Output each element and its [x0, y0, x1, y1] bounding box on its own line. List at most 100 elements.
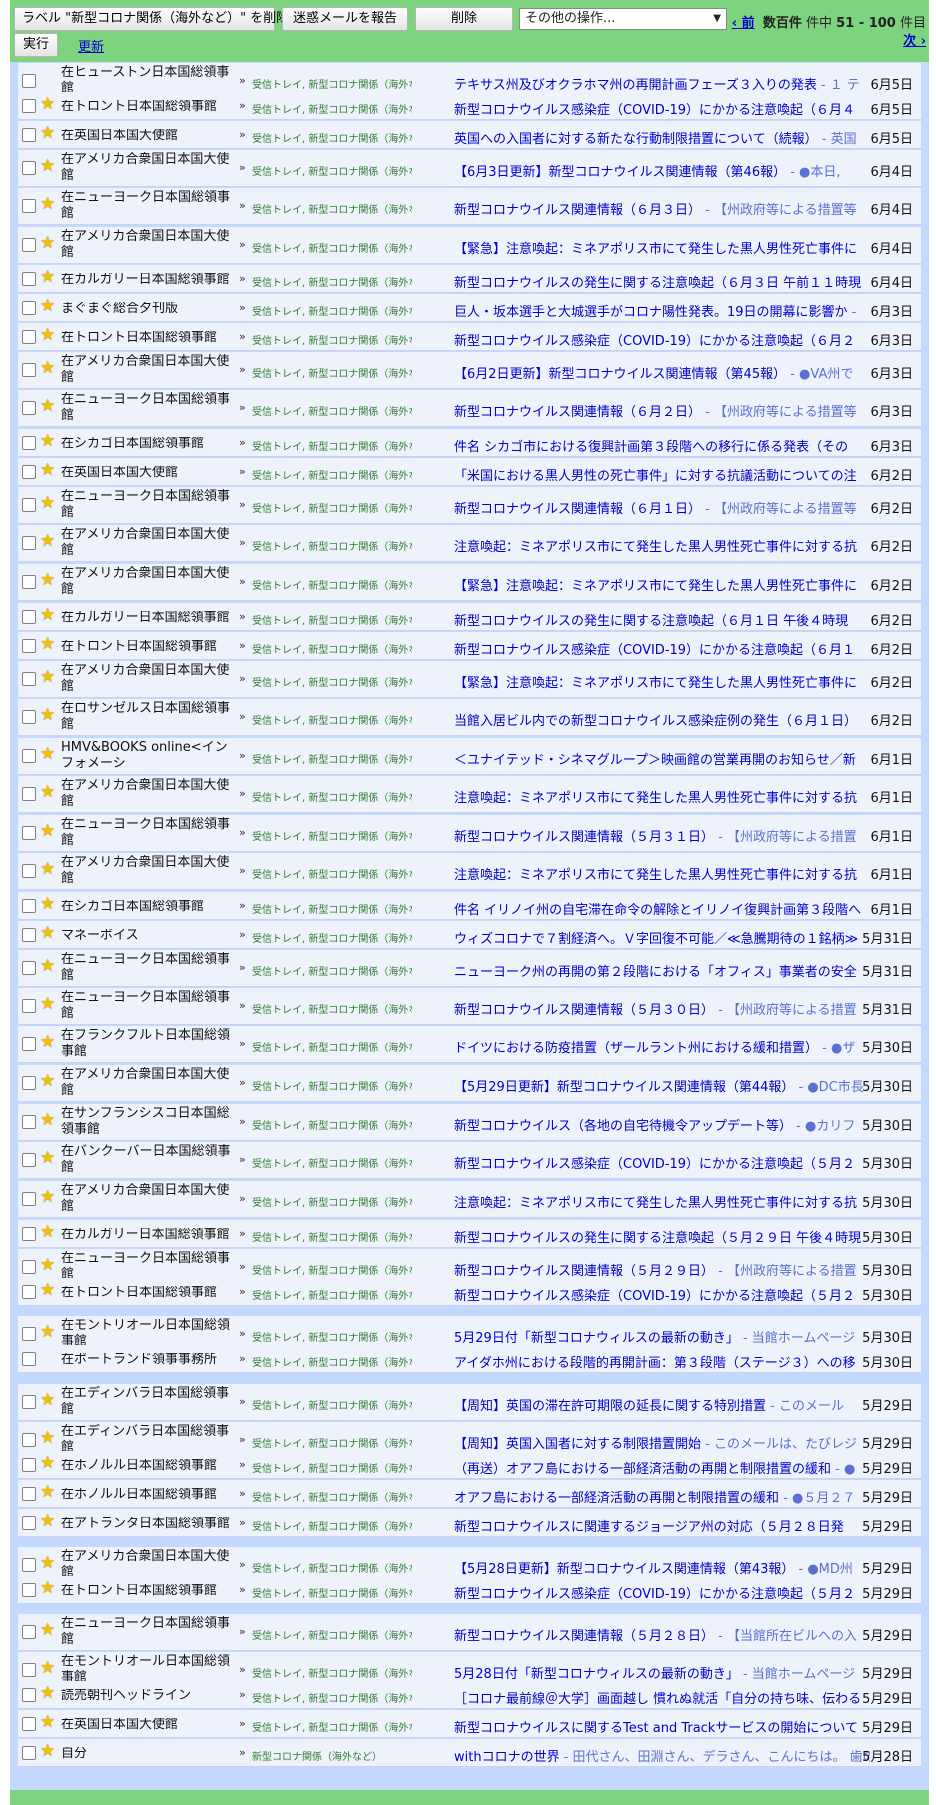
- message-subject-link[interactable]: ドイツにおける防疫措置（ザールラント州における緩和措置） - ●ザ: [454, 1037, 870, 1056]
- message-subject-link[interactable]: 新型コロナウイルスの発生に関する注意喚起（６月１日 午後４時現: [454, 610, 870, 629]
- message-subject-link[interactable]: 注意喚起：ミネアポリス市にて発生した黒人男性死亡事件に対する抗: [454, 1192, 870, 1211]
- message-subject-link[interactable]: ウィズコロナで７割経済へ。Ｖ字回復不可能／≪急騰期待の１銘柄≫: [454, 928, 870, 947]
- message-row[interactable]: ★ 在アメリカ合衆国日本国大使館 » 受信トレイ, 新型コロナ関係（海外など） 注意喚起…: [18, 853, 921, 890]
- star-icon[interactable]: ★: [40, 668, 55, 687]
- message-row[interactable]: ★ 在カルガリー日本国総領事館 » 受信トレイ, 新型コロナ関係（海外など） 新型コロナ…: [18, 265, 921, 293]
- message-subject-link[interactable]: ニューヨーク州の再開の第２段階における「オフィス」事業者の安全: [454, 961, 870, 980]
- star-icon[interactable]: ★: [40, 326, 55, 345]
- message-row[interactable]: ★ 在ニューヨーク日本国総領事館 » 受信トレイ, 新型コロナ関係（海外など） ニューヨ…: [18, 950, 921, 987]
- message-subject-link[interactable]: 新型コロナウイルスの発生に関する注意喚起（６月３日 午前１１時現: [454, 272, 870, 291]
- go-button[interactable]: 実行: [14, 33, 58, 57]
- message-row[interactable]: ★ 在カルガリー日本国総領事館 » 受信トレイ, 新型コロナ関係（海外など） 新型コロナ…: [18, 1220, 921, 1248]
- star-icon[interactable]: ★: [40, 571, 55, 590]
- message-row[interactable]: ★ 在アメリカ合衆国日本国大使館 » 受信トレイ, 新型コロナ関係（海外など） 【緊急】…: [18, 564, 921, 601]
- row-checkbox[interactable]: [22, 99, 36, 113]
- message-subject-link[interactable]: 新型コロナウイルスに関連するジョージア州の対応（５月２８日発: [454, 1516, 870, 1535]
- message-subject-link[interactable]: 新型コロナウイルス関連情報（５月３１日） - 【州政府等による措置: [454, 826, 870, 845]
- message-row[interactable]: ★ 在シカゴ日本国総領事館 » 受信トレイ, 新型コロナ関係（海外など） 件名 イリノイ…: [18, 892, 921, 920]
- message-subject-link[interactable]: 新型コロナウイルス感染症（COVID-19）にかかる注意喚起（５月２: [454, 1583, 870, 1602]
- message-row[interactable]: ★ 在ニューヨーク日本国総領事館 » 受信トレイ, 新型コロナ関係（海外など） 新型コロ…: [18, 988, 921, 1025]
- row-checkbox[interactable]: [22, 199, 36, 213]
- row-checkbox[interactable]: [22, 436, 36, 450]
- message-subject-link[interactable]: 新型コロナウイルス感染症（COVID-19）にかかる注意喚起（６月２: [454, 330, 870, 349]
- row-checkbox[interactable]: [22, 1395, 36, 1409]
- message-row[interactable]: ★ 在アメリカ合衆国日本国大使館 » 受信トレイ, 新型コロナ関係（海外など） 注意喚起…: [18, 525, 921, 562]
- row-checkbox[interactable]: [22, 1558, 36, 1572]
- message-row[interactable]: ★ マネーボイス » 受信トレイ, 新型コロナ関係（海外など） ウィズコロナで７割経済へ…: [18, 921, 921, 949]
- refresh-link[interactable]: 更新: [78, 36, 104, 55]
- message-subject-link[interactable]: 【緊急】注意喚起：ミネアポリス市にて発生した黒人男性死亡事件に: [454, 672, 870, 691]
- message-row[interactable]: ★ 自分 » 新型コロナ関係（海外など） withコロナの世界 - 田代さん、田淵さん、…: [18, 1739, 921, 1767]
- row-checkbox[interactable]: [22, 826, 36, 840]
- star-icon[interactable]: ★: [40, 1033, 55, 1052]
- star-icon[interactable]: ★: [40, 397, 55, 416]
- message-subject-link[interactable]: アイダホ州における段階的再開計画：第３段階（ステージ３）への移: [454, 1352, 870, 1371]
- star-icon[interactable]: ★: [40, 1391, 55, 1410]
- message-row[interactable]: ★ 在アメリカ合衆国日本国大使館 » 受信トレイ, 新型コロナ関係（海外など） 【6月3…: [18, 150, 921, 187]
- message-subject-link[interactable]: 注意喚起：ミネアポリス市にて発生した黒人男性死亡事件に対する抗: [454, 536, 870, 555]
- message-subject-link[interactable]: 新型コロナウイルス（各地の自宅待機令アップデート等） - ●カリフ: [454, 1115, 870, 1134]
- row-checkbox[interactable]: [22, 1717, 36, 1731]
- star-icon[interactable]: ★: [40, 1579, 55, 1598]
- message-row[interactable]: ★ 在アメリカ合衆国日本国大使館 » 受信トレイ, 新型コロナ関係（海外など） 注意喚起…: [18, 1181, 921, 1218]
- row-checkbox[interactable]: [22, 749, 36, 763]
- row-checkbox[interactable]: [22, 610, 36, 624]
- message-subject-link[interactable]: 5月29日付「新型コロナウィルスの最新の動き」 - 当館ホームページ: [454, 1327, 870, 1346]
- row-checkbox[interactable]: [22, 1037, 36, 1051]
- star-icon[interactable]: ★: [40, 1149, 55, 1168]
- message-row[interactable]: ★ 在トロント日本国総領事館 » 受信トレイ, 新型コロナ関係（海外など） 新型コロナウ…: [18, 92, 921, 120]
- message-row[interactable]: ★ HMV&BOOKS online<インフォメーシ » 受信トレイ, 新型コロナ関係…: [18, 738, 921, 775]
- row-checkbox[interactable]: [22, 1115, 36, 1129]
- message-subject-link[interactable]: 【緊急】注意喚起：ミネアポリス市にて発生した黒人男性死亡事件に: [454, 575, 870, 594]
- star-icon[interactable]: ★: [40, 532, 55, 551]
- message-row[interactable]: ★ 在アメリカ合衆国日本国大使館 » 受信トレイ, 新型コロナ関係（海外など） 【5月2…: [18, 1065, 921, 1102]
- star-icon[interactable]: ★: [40, 124, 55, 143]
- row-checkbox[interactable]: [22, 1352, 36, 1366]
- message-row[interactable]: ★ 在英国日本国大使館 » 受信トレイ, 新型コロナ関係（海外など） 英国への入国者に対…: [18, 121, 921, 149]
- star-icon[interactable]: ★: [40, 1621, 55, 1640]
- message-subject-link[interactable]: 新型コロナウイルス感染症（COVID-19）にかかる注意喚起（６月４: [454, 99, 870, 118]
- message-row[interactable]: ★ 在ニューヨーク日本国総領事館 » 受信トレイ, 新型コロナ関係（海外など） 新型コロ…: [18, 390, 921, 427]
- message-row[interactable]: ★ 在トロント日本国総領事館 » 受信トレイ, 新型コロナ関係（海外など） 新型コロナウ…: [18, 323, 921, 351]
- message-subject-link[interactable]: 5月28日付「新型コロナウィルスの最新の動き」 - 当館ホームページ: [454, 1663, 870, 1682]
- star-icon[interactable]: ★: [40, 1188, 55, 1207]
- star-icon[interactable]: ★: [40, 1454, 55, 1473]
- message-subject-link[interactable]: 件名 イリノイ州の自宅滞在命令の解除とイリノイ復興計画第３段階へ: [454, 899, 870, 918]
- row-checkbox[interactable]: [22, 161, 36, 175]
- star-icon[interactable]: ★: [40, 706, 55, 725]
- star-icon[interactable]: ★: [40, 606, 55, 625]
- star-icon[interactable]: ★: [40, 1742, 55, 1761]
- star-icon[interactable]: ★: [40, 359, 55, 378]
- row-checkbox[interactable]: [22, 401, 36, 415]
- star-icon[interactable]: ★: [40, 745, 55, 764]
- message-subject-link[interactable]: 【緊急】注意喚起：ミネアポリス市にて発生した黒人男性死亡事件に: [454, 238, 870, 257]
- message-row[interactable]: ★ 在ニューヨーク日本国総領事館 » 受信トレイ, 新型コロナ関係（海外など） 新型コロ…: [18, 1614, 921, 1651]
- message-row[interactable]: ★ 在ニューヨーク日本国総領事館 » 受信トレイ, 新型コロナ関係（海外など） 新型コロ…: [18, 188, 921, 225]
- message-subject-link[interactable]: withコロナの世界 - 田代さん、田淵さん、デラさん、こんにちは。 歯のメンテ: [454, 1746, 870, 1765]
- row-checkbox[interactable]: [22, 928, 36, 942]
- message-row[interactable]: ★ 在フランクフルト日本国総領事館 » 受信トレイ, 新型コロナ関係（海外など） ドイツ…: [18, 1026, 921, 1063]
- message-row[interactable]: ★ 在トロント日本国総領事館 » 受信トレイ, 新型コロナ関係（海外など） 新型コロナウ…: [18, 1278, 921, 1306]
- row-checkbox[interactable]: [22, 74, 36, 88]
- row-checkbox[interactable]: [22, 301, 36, 315]
- row-checkbox[interactable]: [22, 1487, 36, 1501]
- remove-label-button[interactable]: ラベル "新型コロナ関係（海外など）" を削除: [14, 7, 289, 31]
- star-icon[interactable]: ★: [40, 1429, 55, 1448]
- delete-button[interactable]: 削除: [415, 7, 513, 31]
- row-checkbox[interactable]: [22, 1746, 36, 1760]
- message-subject-link[interactable]: 「米国における黒人男性の死亡事件」に対する抗議活動についての注: [454, 465, 870, 484]
- row-checkbox[interactable]: [22, 536, 36, 550]
- message-subject-link[interactable]: 新型コロナウイルス関連情報（６月２日） - 【州政府等による措置等: [454, 401, 870, 420]
- star-icon[interactable]: ★: [40, 195, 55, 214]
- row-checkbox[interactable]: [22, 330, 36, 344]
- star-icon[interactable]: ★: [40, 957, 55, 976]
- star-icon[interactable]: ★: [40, 783, 55, 802]
- row-checkbox[interactable]: [22, 363, 36, 377]
- message-subject-link[interactable]: 新型コロナウイルスに関するTest and Trackサービスの開始について: [454, 1717, 870, 1736]
- star-icon[interactable]: ★: [40, 461, 55, 480]
- message-subject-link[interactable]: （再送）オアフ島における一部経済活動の再開と制限措置の緩和 - ●: [454, 1458, 870, 1477]
- star-icon[interactable]: ★: [40, 635, 55, 654]
- row-checkbox[interactable]: [22, 128, 36, 142]
- message-row[interactable]: ★ 在ホノルル日本国総領事館 » 受信トレイ, 新型コロナ関係（海外など） オアフ島にお…: [18, 1480, 921, 1508]
- row-checkbox[interactable]: [22, 1458, 36, 1472]
